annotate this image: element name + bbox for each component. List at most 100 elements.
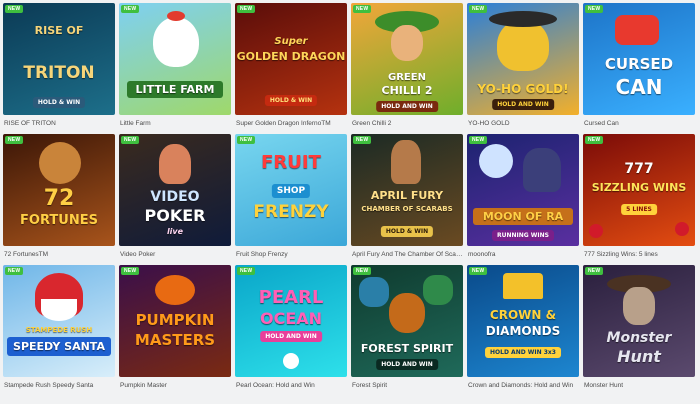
game-title[interactable]: Forest Spirit xyxy=(351,377,463,394)
game-thumbnail[interactable]: NEW RISE OF TRITON HOLD & WIN xyxy=(3,3,115,115)
game-tile[interactable]: NEW APRIL FURY CHAMBER OF SCARABS HOLD &… xyxy=(351,134,463,263)
game-tile[interactable]: NEW CURSED CAN Cursed Can xyxy=(583,3,695,132)
chicken-comb-icon xyxy=(167,11,185,21)
game-tile[interactable]: NEW 72 FORTUNES 72 FortunesTM xyxy=(3,134,115,263)
moon-icon xyxy=(479,144,513,178)
pirate-hat-icon xyxy=(489,11,557,27)
game-thumbnail[interactable]: NEW YO-HO GOLD! HOLD AND WIN xyxy=(467,3,579,115)
game-tile[interactable]: NEW FRUIT SHOP FRENZY Fruit Shop Frenzy xyxy=(235,134,347,263)
game-thumbnail[interactable]: NEW APRIL FURY CHAMBER OF SCARABS HOLD &… xyxy=(351,134,463,246)
game-title[interactable]: April Fury And The Chamber Of ScarabsTM xyxy=(351,246,463,263)
game-thumbnail[interactable]: NEW FRUIT SHOP FRENZY xyxy=(235,134,347,246)
new-badge: NEW xyxy=(469,136,488,144)
game-title[interactable]: Little Farm xyxy=(119,115,231,132)
game-tile[interactable]: NEW RISE OF TRITON HOLD & WIN RISE OF TR… xyxy=(3,3,115,132)
game-title[interactable]: Monster Hunt xyxy=(583,377,695,394)
game-tile[interactable]: NEW PEARL OCEAN HOLD AND WIN Pearl Ocean… xyxy=(235,265,347,394)
game-thumbnail[interactable]: NEW MOON OF RA RUNNING WINS xyxy=(467,134,579,246)
game-art-sub: live xyxy=(166,227,184,236)
game-art-line1: FRUIT xyxy=(261,152,321,173)
game-art-line2: CHILLI 2 xyxy=(381,84,433,97)
new-badge: NEW xyxy=(237,5,256,13)
face-icon xyxy=(391,25,423,61)
game-title[interactable]: moonofra xyxy=(467,246,579,263)
game-thumbnail[interactable]: NEW Super GOLDEN DRAGON HOLD & WIN xyxy=(235,3,347,115)
game-thumbnail[interactable]: NEW Monster Hunt xyxy=(583,265,695,377)
game-art-line1: STAMPEDE RUSH xyxy=(25,326,93,334)
game-tile[interactable]: NEW MOON OF RA RUNNING WINS moonofra xyxy=(467,134,579,263)
game-tile[interactable]: NEW YO-HO GOLD! HOLD AND WIN YO-HO GOLD xyxy=(467,3,579,132)
new-badge: NEW xyxy=(5,5,24,13)
game-art-sub: HOLD AND WIN xyxy=(376,359,438,370)
hunter-face-icon xyxy=(623,287,655,325)
game-tile[interactable]: NEW Monster Hunt Monster Hunt xyxy=(583,265,695,394)
game-thumbnail[interactable]: NEW FOREST SPIRIT HOLD AND WIN xyxy=(351,265,463,377)
game-title[interactable]: Pumpkin Master xyxy=(119,377,231,394)
game-title[interactable]: Cursed Can xyxy=(583,115,695,132)
pumpkin-icon xyxy=(155,275,195,305)
game-art-line2: POKER xyxy=(144,206,206,225)
falcon-icon xyxy=(523,148,561,192)
game-art-line1: CURSED xyxy=(604,55,674,73)
game-grid: NEW RISE OF TRITON HOLD & WIN RISE OF TR… xyxy=(3,3,695,394)
game-title[interactable]: Green Chilli 2 xyxy=(351,115,463,132)
game-tile[interactable]: NEW GREEN CHILLI 2 HOLD AND WIN Green Ch… xyxy=(351,3,463,132)
game-title[interactable]: Video Poker xyxy=(119,246,231,263)
game-art-sub: HOLD AND WIN 3x3 xyxy=(485,347,561,358)
game-art-line2: YO-HO GOLD! xyxy=(477,82,569,96)
cherry-icon xyxy=(589,224,603,238)
game-art-sub: RUNNING WINS xyxy=(492,230,554,241)
game-title[interactable]: Fruit Shop Frenzy xyxy=(235,246,347,263)
game-art-line1: GREEN xyxy=(388,72,426,83)
game-art-line1: MOON OF RA xyxy=(473,208,573,225)
game-tile[interactable]: NEW CROWN & DIAMONDS HOLD AND WIN 3x3 Cr… xyxy=(467,265,579,394)
game-art-line2: OCEAN xyxy=(259,309,323,328)
game-thumbnail[interactable]: NEW GREEN CHILLI 2 HOLD AND WIN xyxy=(351,3,463,115)
game-tile[interactable]: NEW STAMPEDE RUSH SPEEDY SANTA Stampede … xyxy=(3,265,115,394)
game-thumbnail[interactable]: NEW CROWN & DIAMONDS HOLD AND WIN 3x3 xyxy=(467,265,579,377)
game-art-line1: VIDEO xyxy=(150,189,200,205)
game-art-line2: DIAMONDS xyxy=(485,324,561,338)
game-thumbnail[interactable]: NEW VIDEO POKER live xyxy=(119,134,231,246)
new-badge: NEW xyxy=(5,267,24,275)
game-thumbnail[interactable]: NEW PUMPKIN MASTERS xyxy=(119,265,231,377)
game-thumbnail[interactable]: NEW PEARL OCEAN HOLD AND WIN xyxy=(235,265,347,377)
game-title[interactable]: YO-HO GOLD xyxy=(467,115,579,132)
game-tile[interactable]: NEW 777 SIZZLING WINS 5 LINES 777 Sizzli… xyxy=(583,134,695,263)
game-thumbnail[interactable]: NEW LITTLE FARM xyxy=(119,3,231,115)
game-art-line2: GOLDEN DRAGON xyxy=(236,50,346,63)
game-tile[interactable]: NEW PUMPKIN MASTERS Pumpkin Master xyxy=(119,265,231,394)
game-art-line2: CHAMBER OF SCARABS xyxy=(361,205,453,213)
game-tile[interactable]: NEW FOREST SPIRIT HOLD AND WIN Forest Sp… xyxy=(351,265,463,394)
game-title[interactable]: Pearl Ocean: Hold and Win xyxy=(235,377,347,394)
game-art-line2: FRENZY xyxy=(253,202,329,222)
game-thumbnail[interactable]: NEW CURSED CAN xyxy=(583,3,695,115)
new-badge: NEW xyxy=(121,5,140,13)
game-thumbnail[interactable]: NEW STAMPEDE RUSH SPEEDY SANTA xyxy=(3,265,115,377)
new-badge: NEW xyxy=(5,136,24,144)
new-badge: NEW xyxy=(237,136,256,144)
game-title[interactable]: Super Golden Dragon InfernoTM xyxy=(235,115,347,132)
bear-icon xyxy=(389,293,425,333)
game-tile[interactable]: NEW Super GOLDEN DRAGON HOLD & WIN Super… xyxy=(235,3,347,132)
game-art-line2: SIZZLING WINS xyxy=(591,181,687,194)
game-thumbnail[interactable]: NEW 777 SIZZLING WINS 5 LINES xyxy=(583,134,695,246)
new-badge: NEW xyxy=(469,267,488,275)
game-title[interactable]: 777 Sizzling Wins: 5 lines xyxy=(583,246,695,263)
new-badge: NEW xyxy=(353,267,372,275)
dealer-avatar xyxy=(159,144,191,184)
game-title[interactable]: RISE OF TRITON xyxy=(3,115,115,132)
new-badge: NEW xyxy=(585,5,604,13)
game-art-line2: TRITON xyxy=(23,63,95,83)
game-tile[interactable]: NEW LITTLE FARM Little Farm xyxy=(119,3,231,132)
game-thumbnail[interactable]: NEW 72 FORTUNES xyxy=(3,134,115,246)
new-badge: NEW xyxy=(469,5,488,13)
game-tile[interactable]: NEW VIDEO POKER live Video Poker xyxy=(119,134,231,263)
game-title[interactable]: 72 FortunesTM xyxy=(3,246,115,263)
new-badge: NEW xyxy=(121,267,140,275)
game-title[interactable]: Stampede Rush Speedy Santa xyxy=(3,377,115,394)
game-art-line2: CAN xyxy=(615,75,663,99)
game-title[interactable]: Crown and Diamonds: Hold and Win xyxy=(467,377,579,394)
game-art-line1: Monster xyxy=(606,330,672,346)
new-badge: NEW xyxy=(353,5,372,13)
